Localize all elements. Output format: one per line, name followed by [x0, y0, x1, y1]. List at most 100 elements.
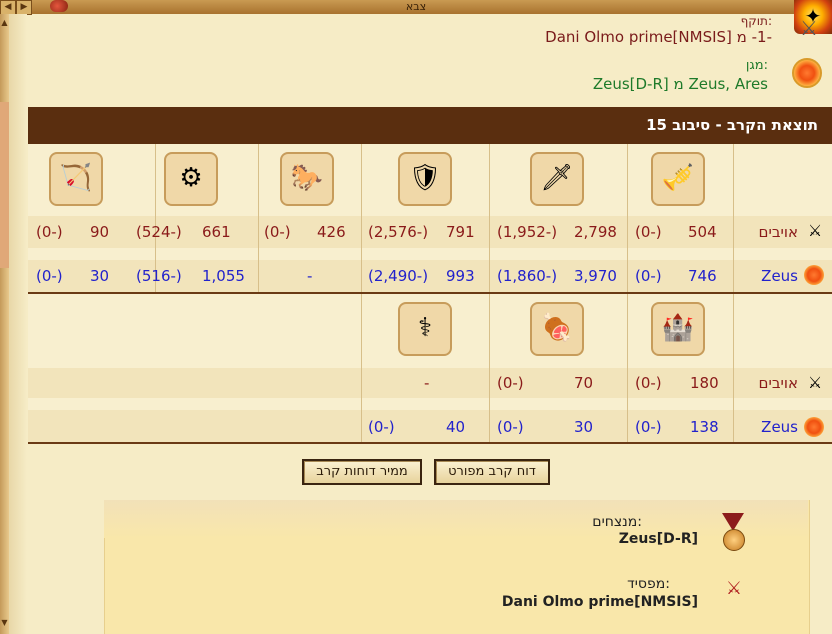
column-divider	[733, 144, 734, 292]
medal-coin	[723, 529, 745, 551]
enemy-count: 504	[688, 223, 717, 241]
own-count: 993	[446, 267, 475, 285]
enemy-count: -	[424, 374, 430, 392]
hoplite-glyph: 🛡	[408, 163, 442, 193]
physician-unit-icon[interactable]: ⚕	[398, 302, 452, 356]
column-divider	[627, 144, 628, 292]
ballista-unit-icon[interactable]: 🏹	[49, 152, 103, 206]
row-spacer	[28, 248, 832, 260]
enemy-count: 791	[446, 223, 475, 241]
column-divider	[489, 294, 490, 442]
column-divider	[627, 294, 628, 442]
enemy-count: 661	[202, 223, 231, 241]
detailed-report-button[interactable]: דוח קרב מפורט	[434, 459, 550, 485]
attacker-text: -1- מ Dani Olmo prime[NMSIS]	[545, 28, 772, 46]
enemy-loss: (0-)	[635, 374, 662, 392]
knife-fighter-unit-icon[interactable]: 🗡	[530, 152, 584, 206]
zeus-shield-icon	[804, 265, 824, 285]
own-count: 1,055	[202, 267, 245, 285]
enemy-label: אויבים	[758, 223, 798, 241]
scroll-right-icon[interactable]: ▶	[16, 0, 32, 15]
medal-icon	[720, 513, 746, 553]
report-converter-button[interactable]: ממיר דוחות קרב	[302, 459, 422, 485]
enemy-count: 90	[90, 223, 110, 241]
own-loss: (2,490-)	[368, 267, 429, 285]
own-count: 30	[90, 267, 110, 285]
trumpeter-glyph: 🎺	[661, 163, 695, 193]
enemy-swords-icon: ⚔	[807, 221, 823, 240]
loser-name: Dani Olmo prime[NMSIS]	[501, 594, 698, 610]
chariot-unit-icon[interactable]: 🐎	[280, 152, 334, 206]
own-label: Zeus	[761, 418, 798, 436]
knife-fighter-glyph: 🗡	[540, 163, 574, 193]
own-loss: (0-)	[368, 418, 395, 436]
zeus-shield-icon	[804, 417, 824, 437]
siege-tower-glyph: 🏰	[661, 313, 695, 343]
enemy-count: 180	[690, 374, 719, 392]
section-divider	[28, 442, 832, 444]
physician-glyph: ⚕	[417, 313, 433, 343]
enemy-loss: (1,952-)	[497, 223, 558, 241]
own-count: 746	[688, 267, 717, 285]
catapult-unit-icon[interactable]: ⚙	[164, 152, 218, 206]
scroll-left-icon[interactable]: ◀	[0, 0, 16, 15]
enemy-count: 70	[574, 374, 594, 392]
scroll-down-icon[interactable]: ▼	[0, 618, 9, 628]
own-loss: (0-)	[36, 267, 63, 285]
enemy-loss: (0-)	[264, 223, 291, 241]
own-count: 138	[690, 418, 719, 436]
ballista-glyph: 🏹	[59, 163, 93, 193]
loser-label: מפסיד:	[627, 576, 670, 592]
scrollbar-thumb[interactable]	[0, 102, 9, 268]
fighters-icon: ⚔	[725, 578, 743, 599]
hoplite-unit-icon[interactable]: 🛡	[398, 152, 452, 206]
own-loss: (0-)	[635, 418, 662, 436]
chariot-glyph: 🐎	[290, 163, 324, 193]
enemy-label: אויבים	[758, 374, 798, 392]
side-panel	[9, 14, 27, 634]
row-spacer	[28, 398, 832, 410]
trumpeter-unit-icon[interactable]: 🎺	[651, 152, 705, 206]
column-divider	[258, 144, 259, 292]
battle-result-title: תוצאת הקרב - סיבוב 15	[646, 116, 818, 134]
column-divider	[733, 294, 734, 442]
fire-icon	[50, 0, 68, 12]
window-title: צבא	[405, 0, 427, 13]
own-loss: (516-)	[136, 267, 182, 285]
enemy-loss: (524-)	[136, 223, 182, 241]
enemy-loss: (2,576-)	[368, 223, 429, 241]
cook-unit-icon[interactable]: 🍖	[530, 302, 584, 356]
crossed-swords-icon: ⚔	[800, 16, 818, 40]
own-loss: (1,860-)	[497, 267, 558, 285]
window-titlebar: ◀ ▶ צבא	[0, 0, 832, 15]
enemy-swords-icon: ⚔	[807, 373, 823, 392]
own-loss: (0-)	[497, 418, 524, 436]
result-panel-header	[104, 500, 808, 538]
own-count: -	[307, 267, 313, 285]
defender-text: Zeus, Ares מ Zeus[D-R]	[592, 75, 768, 93]
enemy-count: 426	[317, 223, 346, 241]
cook-glyph: 🍖	[540, 313, 574, 343]
column-divider	[361, 144, 362, 292]
siege-tower-unit-icon[interactable]: 🏰	[651, 302, 705, 356]
battle-result-banner: תוצאת הקרב - סיבוב 15	[28, 107, 832, 144]
catapult-glyph: ⚙	[179, 163, 203, 193]
own-count: 40	[446, 418, 466, 436]
shield-icon	[792, 58, 822, 88]
own-label: Zeus	[761, 267, 798, 285]
scrollbar[interactable]: ▲ ▼	[0, 14, 9, 634]
own-loss: (0-)	[635, 267, 662, 285]
column-divider	[361, 294, 362, 442]
defender-label: מגן:	[745, 58, 768, 73]
attacker-info: תוקף: -1- מ Dani Olmo prime[NMSIS]	[545, 14, 772, 46]
own-count: 3,970	[574, 267, 617, 285]
enemy-count: 2,798	[574, 223, 617, 241]
winner-name: Zeus[D-R]	[618, 531, 698, 547]
scroll-up-icon[interactable]: ▲	[0, 18, 9, 28]
own-count: 30	[574, 418, 594, 436]
enemy-loss: (0-)	[635, 223, 662, 241]
enemy-loss: (0-)	[36, 223, 63, 241]
attacker-label: תוקף:	[740, 14, 772, 28]
column-divider	[489, 144, 490, 292]
enemy-loss: (0-)	[497, 374, 524, 392]
